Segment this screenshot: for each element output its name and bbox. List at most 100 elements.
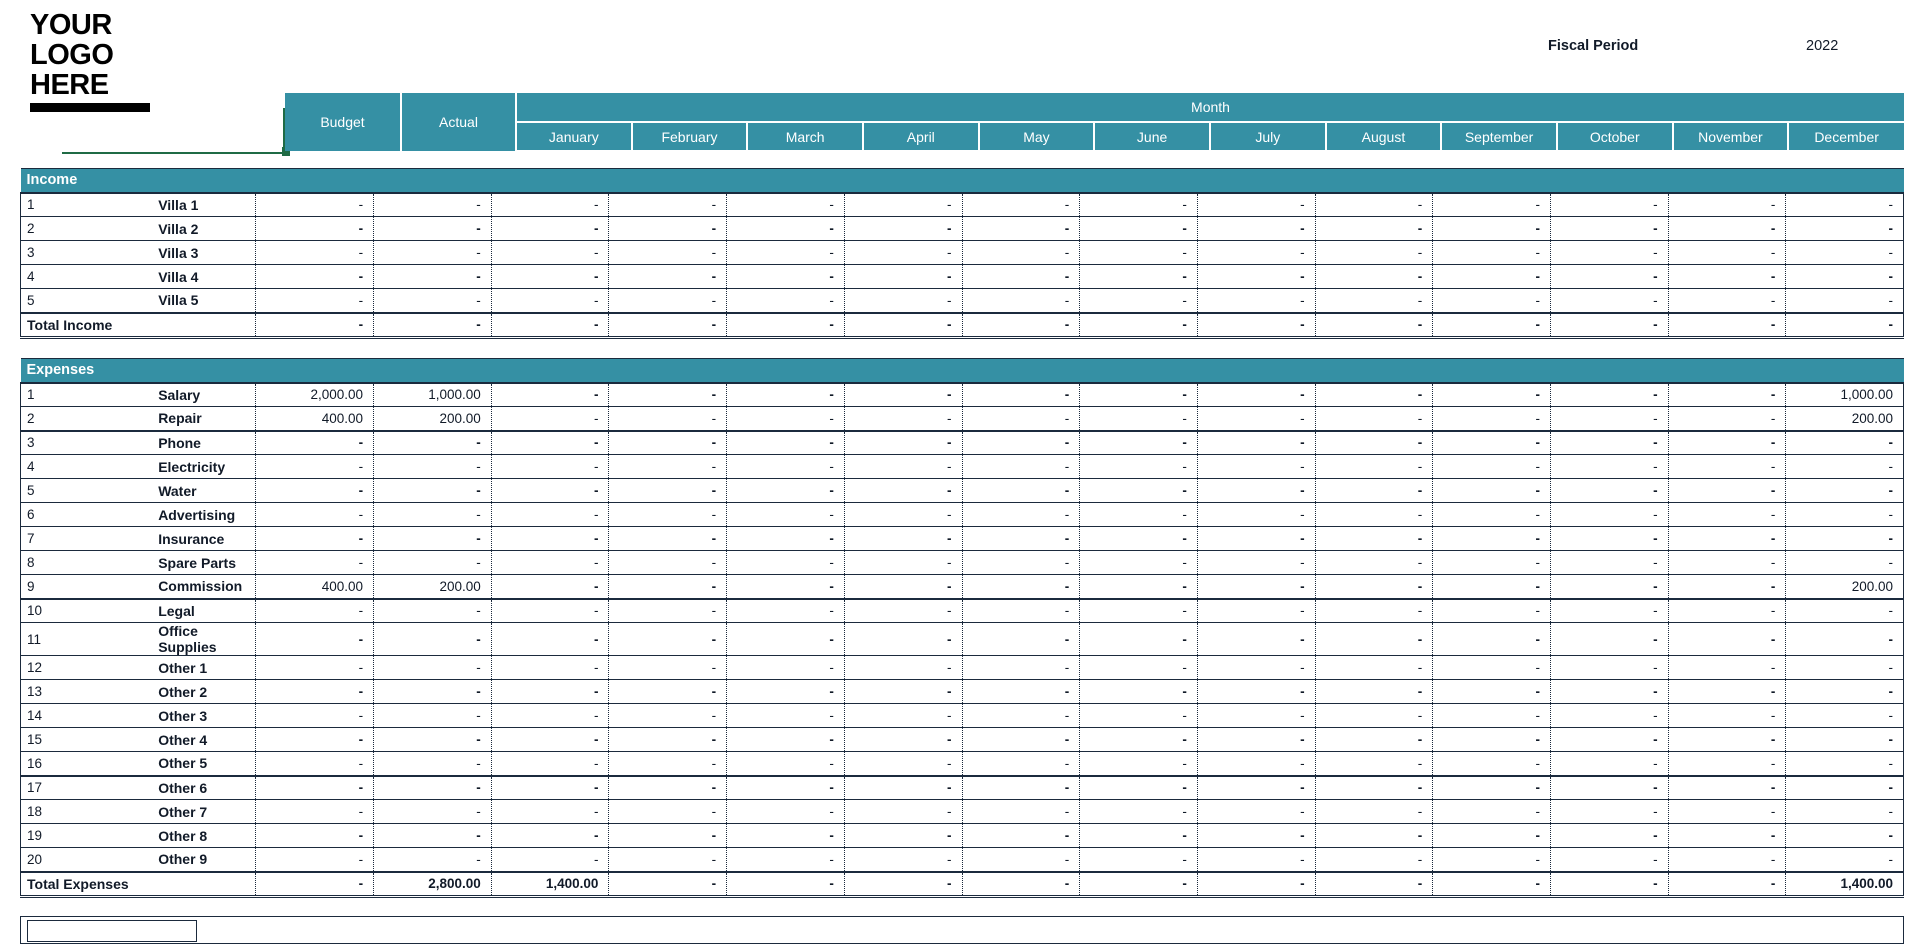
cell-december[interactable]: - (1785, 288, 1904, 313)
cell-july[interactable]: - (1197, 598, 1316, 623)
cell-february[interactable]: - (608, 655, 728, 680)
cell-october[interactable]: - (1550, 703, 1669, 728)
cell-june[interactable]: - (1079, 264, 1198, 289)
cell-september[interactable]: - (1432, 550, 1551, 575)
cell-september[interactable]: - (1432, 192, 1551, 217)
cell-july[interactable]: - (1197, 216, 1316, 241)
cell-may[interactable]: - (962, 574, 1081, 600)
cell-october[interactable]: - (1550, 478, 1669, 503)
cell-november[interactable]: - (1668, 751, 1787, 777)
cell-may[interactable]: - (962, 264, 1081, 289)
cell-july[interactable]: - (1197, 526, 1316, 551)
table-row[interactable]: 13 Other 2-------------- (20, 679, 1904, 704)
cell-actual[interactable]: 200.00 (373, 406, 492, 432)
cell-budget[interactable]: - (255, 454, 375, 479)
table-row[interactable]: 19 Other 8-------------- (20, 823, 1904, 848)
cell-actual[interactable]: - (373, 192, 492, 217)
header-month-december[interactable]: December (1788, 122, 1904, 152)
cell-september[interactable]: - (1432, 478, 1551, 503)
row-label[interactable]: Salary (138, 382, 257, 407)
cell-march[interactable]: - (726, 430, 845, 455)
cell-budget[interactable]: - (255, 598, 375, 623)
cell-march[interactable]: - (726, 847, 845, 872)
cell-june[interactable]: - (1079, 727, 1198, 752)
cell-october[interactable]: - (1550, 679, 1669, 704)
cell-december[interactable]: - (1785, 655, 1904, 680)
cell-april[interactable]: - (844, 502, 963, 527)
table-row[interactable]: 2 Villa 2-------------- (20, 216, 1904, 241)
header-month-october[interactable]: October (1556, 122, 1674, 152)
row-label[interactable]: Electricity (138, 454, 257, 479)
cell-july[interactable]: - (1197, 574, 1316, 600)
cell-august[interactable]: - (1315, 192, 1434, 217)
cell-september[interactable]: - (1432, 775, 1551, 800)
cell-june[interactable]: - (1079, 622, 1198, 656)
table-row[interactable]: 20 Other 9-------------- (20, 847, 1904, 872)
table-row[interactable]: 12 Other 1-------------- (20, 655, 1904, 680)
header-budget[interactable]: Budget (285, 93, 402, 151)
table-row[interactable]: 11 Office Supplies - - - - - - - - - - - - - - (20, 622, 1904, 656)
cell-may[interactable]: - (962, 775, 1081, 800)
cell-april[interactable]: - (844, 240, 963, 265)
cell-actual[interactable]: - (373, 478, 492, 503)
cell-april[interactable]: - (844, 775, 963, 800)
table-row[interactable]: 3 Villa 3-------------- (20, 240, 1904, 265)
cell-budget[interactable]: - (255, 502, 375, 527)
cell-october[interactable]: - (1550, 240, 1669, 265)
cell-august[interactable]: - (1315, 679, 1434, 704)
cell-march[interactable]: - (726, 240, 845, 265)
cell-january[interactable]: - (491, 550, 610, 575)
cell-budget[interactable]: 400.00 (255, 574, 375, 600)
cell-january[interactable]: - (491, 406, 610, 432)
cell-budget[interactable]: 400.00 (255, 406, 375, 432)
cell-may[interactable]: - (962, 727, 1081, 752)
cell-budget[interactable]: - (255, 288, 375, 313)
cell-november[interactable]: - (1668, 799, 1787, 824)
cell-january[interactable]: - (491, 288, 610, 313)
cell-july[interactable]: - (1197, 430, 1316, 455)
cell-december[interactable]: - (1785, 847, 1904, 872)
cell-december[interactable]: - (1785, 622, 1904, 656)
cell-july[interactable]: - (1197, 454, 1316, 479)
cell-october[interactable]: - (1550, 655, 1669, 680)
cell-budget[interactable]: - (255, 240, 375, 265)
cell-january[interactable]: - (491, 655, 610, 680)
cell-july[interactable]: - (1197, 823, 1316, 848)
row-label[interactable]: Villa 2 (138, 216, 257, 241)
cell-actual[interactable]: - (373, 679, 492, 704)
cell-march[interactable]: - (726, 598, 845, 623)
cell-august[interactable]: - (1315, 598, 1434, 623)
cell-budget[interactable]: - (255, 478, 375, 503)
row-label[interactable]: Villa 1 (138, 192, 257, 217)
cell-july[interactable]: - (1197, 502, 1316, 527)
header-month-november[interactable]: November (1672, 122, 1790, 152)
cell-actual[interactable]: - (373, 454, 492, 479)
cell-december[interactable]: - (1785, 478, 1904, 503)
cell-april[interactable]: - (844, 454, 963, 479)
cell-january[interactable]: - (491, 574, 610, 600)
cell-july[interactable]: - (1197, 382, 1316, 407)
cell-june[interactable]: - (1079, 775, 1198, 800)
header-month-april[interactable]: April (862, 122, 980, 152)
cell-march[interactable]: - (726, 574, 845, 600)
cell-february[interactable]: - (608, 751, 728, 777)
cell-december[interactable]: - (1785, 775, 1904, 800)
row-label[interactable]: Other 8 (138, 823, 257, 848)
cell-march[interactable]: - (726, 775, 845, 800)
cell-june[interactable]: - (1079, 679, 1198, 704)
cell-november[interactable]: - (1668, 216, 1787, 241)
cell-july[interactable]: - (1197, 775, 1316, 800)
cell-actual[interactable]: - (373, 430, 492, 455)
cell-budget[interactable]: - (255, 430, 375, 455)
cell-february[interactable]: - (608, 454, 728, 479)
cell-july[interactable]: - (1197, 655, 1316, 680)
table-row[interactable]: 8 Spare Parts - - - - - - - - - - - - - - (20, 550, 1904, 575)
cell-september[interactable]: - (1432, 502, 1551, 527)
cell-may[interactable]: - (962, 216, 1081, 241)
cell-december[interactable]: 200.00 (1785, 574, 1904, 600)
header-month-september[interactable]: September (1441, 122, 1558, 152)
table-row[interactable]: 2 Repair 400.00 200.00- - - - - - - - - - -200.00 (20, 406, 1904, 432)
cell-august[interactable]: - (1315, 526, 1434, 551)
cell-april[interactable]: - (844, 406, 963, 432)
cell-june[interactable]: - (1079, 502, 1198, 527)
